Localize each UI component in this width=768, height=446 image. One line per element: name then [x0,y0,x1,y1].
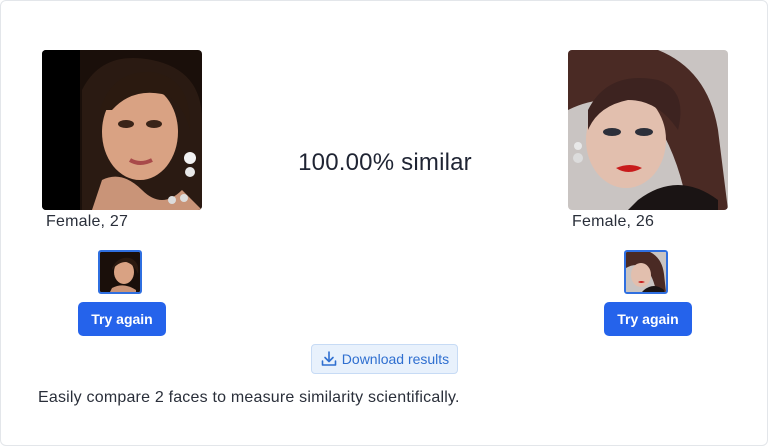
try-again-right-button[interactable]: Try again [604,302,692,336]
right-face-photo [568,50,728,210]
similarity-result: 100.00% similar [298,149,472,176]
left-thumbnail-image [100,252,140,292]
left-face-photo [42,50,202,210]
right-face-label: Female, 26 [572,213,655,230]
left-face-label: Female, 27 [46,213,129,230]
right-portrait-image [568,50,728,210]
face-compare-card: Female, 27 100.00% similar Female, 26 Tr… [0,0,768,446]
left-face-thumbnail[interactable] [98,250,142,294]
right-face-thumbnail[interactable] [624,250,668,294]
try-again-left-button[interactable]: Try again [78,302,166,336]
download-results-label: Download results [341,351,450,367]
left-portrait-image [42,50,202,210]
download-icon [320,350,338,368]
right-thumbnail-image [626,252,666,292]
download-results-button[interactable]: Download results [311,344,458,374]
description-text: Easily compare 2 faces to measure simila… [38,389,460,406]
